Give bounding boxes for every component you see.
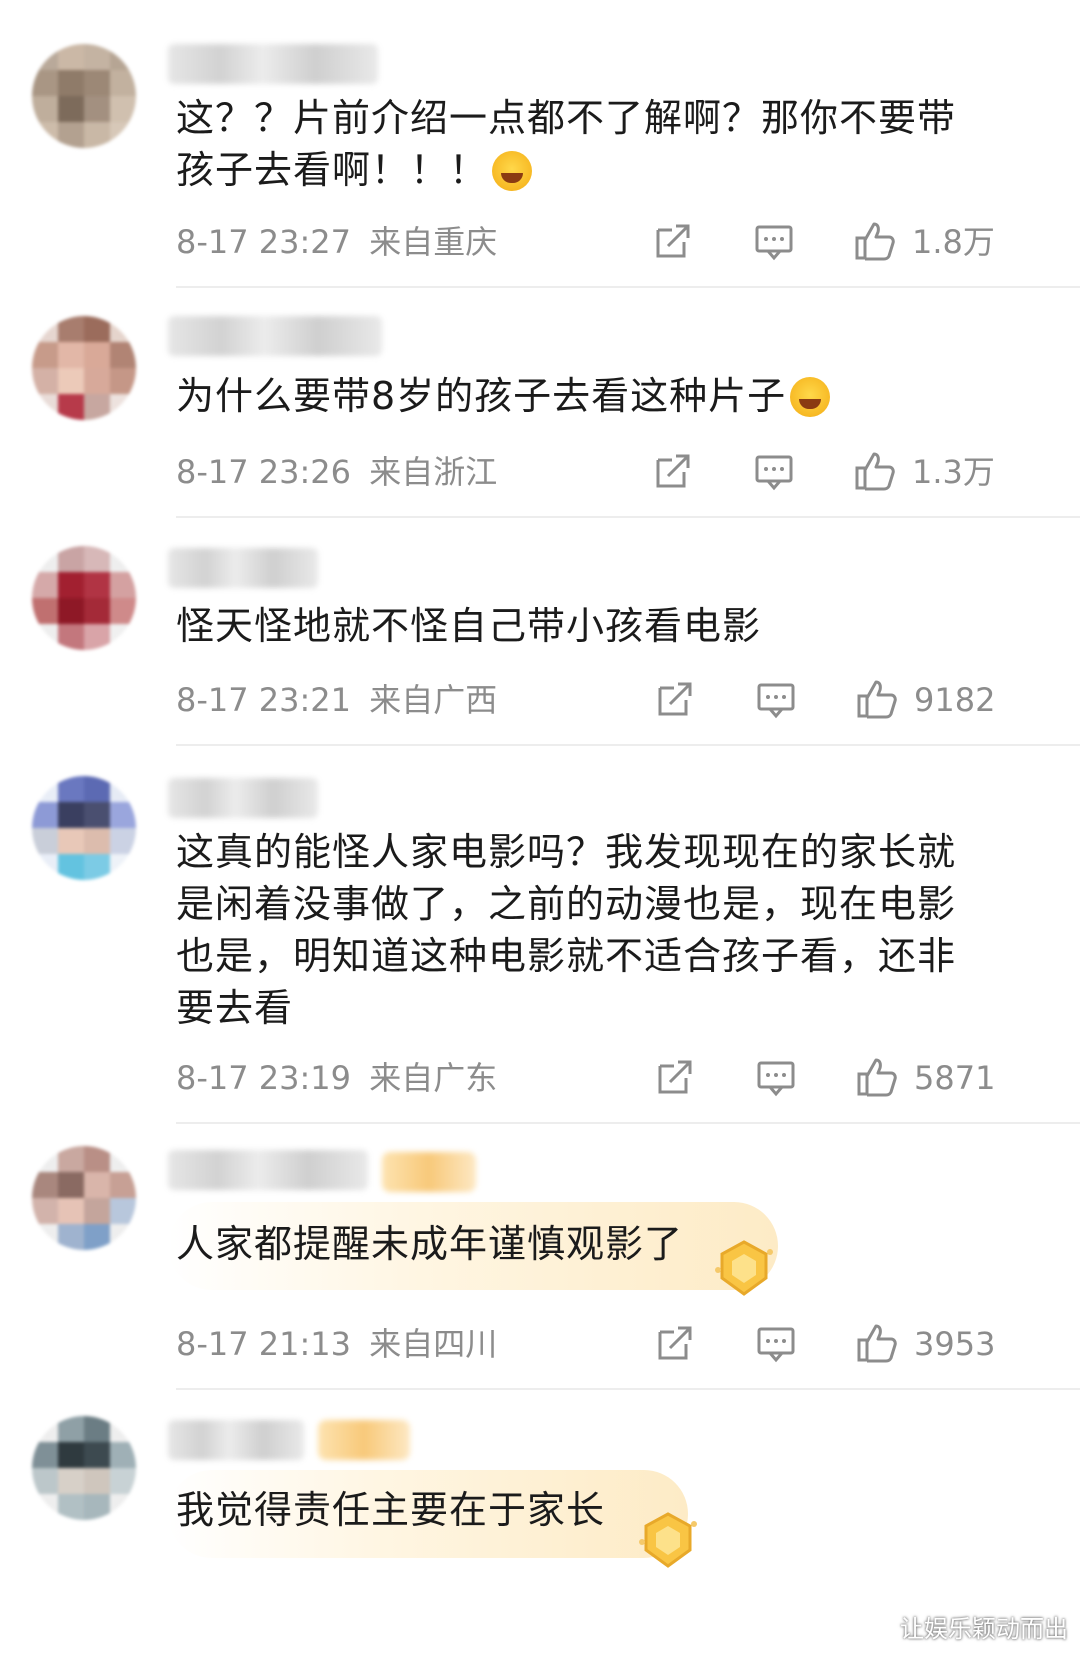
username-blurred[interactable]: [168, 44, 378, 84]
comment-location: 来自广东: [369, 1059, 498, 1097]
comment-time: 8-17 21:13: [176, 1325, 352, 1363]
divider: [176, 1122, 1080, 1124]
share-icon[interactable]: [654, 452, 692, 490]
divider: [176, 286, 1080, 288]
comment-location: 来自浙江: [369, 453, 498, 491]
comment-time: 8-17 23:19: [176, 1059, 352, 1097]
like-icon[interactable]: [854, 450, 896, 492]
like-icon[interactable]: [856, 678, 898, 720]
username-blurred[interactable]: [168, 1150, 368, 1190]
comment-location: 来自四川: [369, 1325, 498, 1363]
comment-icon[interactable]: [756, 680, 796, 720]
like-icon[interactable]: [854, 220, 896, 262]
avatar[interactable]: [32, 776, 136, 880]
username-blurred[interactable]: [168, 778, 318, 818]
comment-meta: 8-17 23:27 来自重庆: [176, 222, 497, 262]
comment-meta: 8-17 21:13 来自四川: [176, 1324, 497, 1364]
like-count: 3953: [914, 1325, 996, 1363]
username-blurred[interactable]: [168, 316, 382, 356]
share-icon[interactable]: [656, 680, 694, 718]
comment-text: 这？？片前介绍一点都不了解啊？那你不要带 孩子去看啊！！！: [176, 96, 957, 192]
watermark: 让娱乐颖动而出: [900, 1615, 1068, 1643]
comment-location: 来自广西: [369, 681, 498, 719]
share-icon[interactable]: [656, 1324, 694, 1362]
comment-icon[interactable]: [754, 452, 794, 492]
like-count: 5871: [914, 1059, 996, 1097]
like-count: 1.8万: [912, 223, 995, 261]
avatar[interactable]: [32, 1146, 136, 1250]
comment-location: 来自重庆: [369, 223, 498, 261]
comment-text: 怪天怪地就不怪自己带小孩看电影: [176, 604, 762, 648]
avatar[interactable]: [32, 44, 136, 148]
vip-badge-blurred: [382, 1152, 476, 1192]
like-icon[interactable]: [856, 1056, 898, 1098]
comment-text: 我觉得责任主要在于家长: [176, 1488, 606, 1532]
comment-text: 这真的能怪人家电影吗？我发现现在的家长就 是闲着没事做了，之前的动漫也是，现在电…: [176, 830, 957, 1030]
avatar[interactable]: [32, 1416, 136, 1520]
fan-medal-icon: [715, 1240, 773, 1296]
vip-badge-blurred: [318, 1420, 410, 1460]
laugh-cry-emoji-icon: [492, 151, 533, 191]
comment-text: 人家都提醒未成年谨慎观影了: [176, 1222, 684, 1266]
comment-time: 8-17 23:26: [176, 453, 352, 491]
comment-text: 为什么要带8岁的孩子去看这种片子: [176, 370, 1016, 422]
username-blurred[interactable]: [168, 548, 318, 588]
comment-icon[interactable]: [754, 222, 794, 262]
comment-time: 8-17 23:21: [176, 681, 352, 719]
divider: [176, 516, 1080, 518]
divider: [176, 1388, 1080, 1390]
comment-icon[interactable]: [756, 1324, 796, 1364]
avatar[interactable]: [32, 316, 136, 420]
like-count: 1.3万: [912, 453, 995, 491]
fan-medal-icon: [639, 1512, 697, 1568]
comment-meta: 8-17 23:21 来自广西: [176, 680, 497, 720]
share-icon[interactable]: [656, 1058, 694, 1096]
comment-meta: 8-17 23:19 来自广东: [176, 1058, 497, 1098]
comment-icon[interactable]: [756, 1058, 796, 1098]
like-icon[interactable]: [856, 1322, 898, 1364]
divider: [176, 744, 1080, 746]
comment-meta: 8-17 23:26 来自浙江: [176, 452, 497, 492]
laugh-cry-emoji-icon: [790, 377, 831, 417]
share-icon[interactable]: [654, 222, 692, 260]
like-count: 9182: [914, 681, 996, 719]
avatar[interactable]: [32, 546, 136, 650]
comment-time: 8-17 23:27: [176, 223, 352, 261]
username-blurred[interactable]: [168, 1420, 304, 1460]
